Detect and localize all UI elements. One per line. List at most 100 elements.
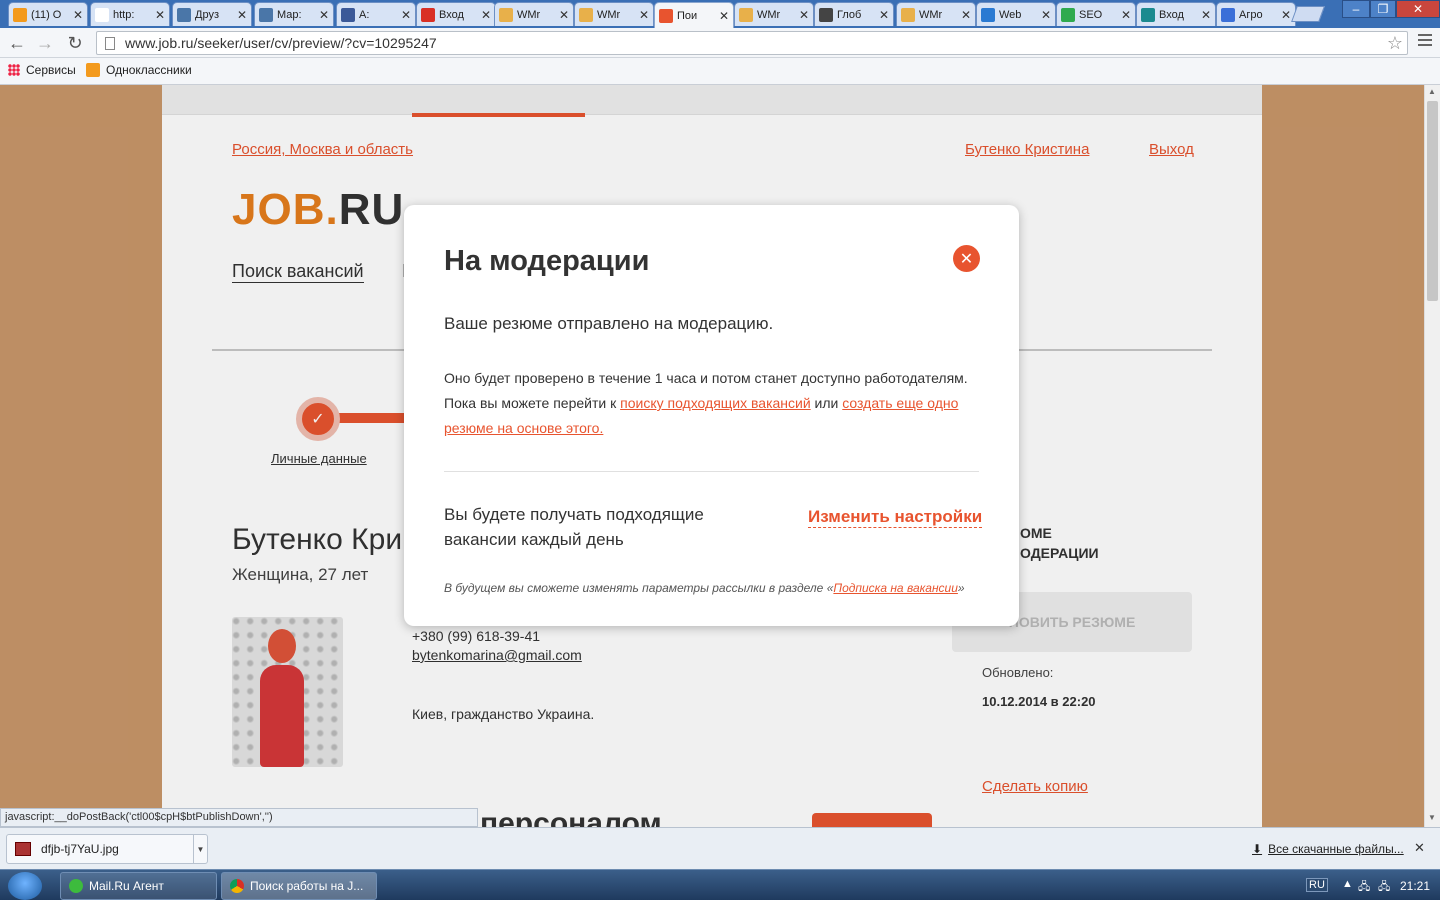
- tab-title: Друз: [195, 8, 219, 21]
- browser-tab[interactable]: Вход ✕: [1136, 2, 1216, 26]
- close-tab-icon[interactable]: ✕: [799, 8, 809, 22]
- minimize-button[interactable]: –: [1342, 0, 1370, 18]
- scroll-down-icon[interactable]: ▼: [1428, 813, 1436, 822]
- browser-tab[interactable]: Друз ✕: [172, 2, 252, 26]
- close-tab-icon[interactable]: ✕: [1041, 8, 1051, 22]
- close-tab-icon[interactable]: ✕: [1281, 8, 1291, 22]
- play-icon: [341, 7, 355, 22]
- browser-tab[interactable]: Вход ✕: [416, 2, 496, 26]
- tab-title: WMr: [919, 8, 943, 21]
- close-tab-icon[interactable]: ✕: [237, 8, 247, 22]
- close-tab-icon[interactable]: ✕: [879, 8, 889, 22]
- browser-tab[interactable]: (11) О ✕: [8, 2, 88, 26]
- menu-icon[interactable]: [1418, 34, 1432, 49]
- browser-tab[interactable]: WMr ✕: [574, 2, 654, 26]
- close-tab-icon[interactable]: ✕: [719, 9, 729, 23]
- close-icon[interactable]: ✕: [953, 245, 980, 272]
- browser-tab[interactable]: Пои ✕: [654, 2, 734, 28]
- close-tab-icon[interactable]: ✕: [481, 8, 491, 22]
- tab-title: Пои: [677, 9, 698, 22]
- volume-icon[interactable]: 🖧: [1378, 878, 1390, 897]
- scrollbar-thumb[interactable]: [1427, 101, 1438, 301]
- tab-title: WMr: [597, 8, 621, 21]
- close-window-button[interactable]: ✕: [1396, 0, 1440, 18]
- g8-icon: [1221, 7, 1235, 22]
- bookmark-apps[interactable]: Сервисы: [8, 63, 76, 77]
- tab-title: (11) О: [31, 8, 62, 21]
- moderation-modal: На модерации ✕ Ваше резюме отправлено на…: [404, 205, 1019, 626]
- forward-icon[interactable]: →: [34, 32, 56, 54]
- ok-icon: [13, 7, 27, 22]
- browser-tab[interactable]: Агро ✕: [1216, 2, 1296, 26]
- subscription-link[interactable]: Подписка на вакансии: [833, 581, 958, 595]
- browser-toolbar: ← → ↻ www.job.ru/seeker/user/cv/preview/…: [0, 28, 1440, 58]
- tray-arrow-icon[interactable]: ▲: [1342, 878, 1353, 890]
- download-arrow-icon: ⬇: [1252, 842, 1263, 856]
- modal-title: На модерации: [444, 245, 650, 277]
- wm-icon: [499, 7, 513, 22]
- browser-tab-strip: (11) О ✕ http: ✕ Друз ✕ Мар: ✕ А: ✕ Вход ✕ WMr ✕ WMr ✕ П…: [0, 0, 1440, 28]
- browser-tab[interactable]: WMr ✕: [896, 2, 976, 26]
- close-tab-icon[interactable]: ✕: [1121, 8, 1131, 22]
- mail-icon: [86, 63, 100, 77]
- language-indicator[interactable]: RU: [1306, 878, 1328, 892]
- browser-tab[interactable]: SEO ✕: [1056, 2, 1136, 26]
- status-url-bubble: javascript:__doPostBack('ctl00$cpH$btPub…: [0, 808, 478, 827]
- tab-title: WMr: [517, 8, 541, 21]
- close-shelf-icon[interactable]: ✕: [1414, 840, 1425, 856]
- maximize-button[interactable]: ❐: [1370, 0, 1396, 18]
- search-vacancies-link[interactable]: поиску подходящих вакансий: [620, 395, 811, 411]
- apps-grid-icon: [8, 64, 20, 76]
- star-icon[interactable]: ☆: [1387, 33, 1403, 54]
- download-item[interactable]: dfjb-tj7YaU.jpg ▼: [6, 834, 208, 864]
- page-scrollbar[interactable]: ▲ ▼: [1424, 85, 1440, 827]
- tab-title: Агро: [1239, 8, 1263, 21]
- back-icon[interactable]: ←: [6, 32, 28, 54]
- close-tab-icon[interactable]: ✕: [961, 8, 971, 22]
- reload-icon[interactable]: ↻: [64, 32, 86, 54]
- scroll-up-icon[interactable]: ▲: [1428, 87, 1436, 96]
- page-icon: [105, 36, 115, 50]
- tab-title: SEO: [1079, 8, 1103, 21]
- all-downloads-link[interactable]: ⬇ Все скачанные файлы...: [1252, 842, 1404, 856]
- browser-tab[interactable]: WMr ✕: [494, 2, 574, 26]
- wm-icon: [901, 7, 915, 22]
- close-tab-icon[interactable]: ✕: [559, 8, 569, 22]
- task-mailru-agent[interactable]: Mail.Ru Агент: [60, 872, 217, 900]
- close-tab-icon[interactable]: ✕: [401, 8, 411, 22]
- bookmark-odnoklassniki[interactable]: Одноклассники: [86, 63, 192, 77]
- seo-icon: [1061, 7, 1075, 22]
- tab-title: Глоб: [837, 8, 862, 21]
- close-tab-icon[interactable]: ✕: [1201, 8, 1211, 22]
- new-tab-button[interactable]: [1291, 6, 1325, 22]
- vk-icon: [177, 7, 191, 22]
- address-bar[interactable]: www.job.ru/seeker/user/cv/preview/?cv=10…: [96, 31, 1408, 55]
- gmail-icon: [421, 7, 435, 22]
- browser-tab[interactable]: Web ✕: [976, 2, 1056, 26]
- network-icon[interactable]: 🖧: [1358, 878, 1370, 897]
- chevron-down-icon[interactable]: ▼: [193, 835, 207, 863]
- browser-tab[interactable]: WMr ✕: [734, 2, 814, 26]
- modal-subscription-text: Вы будете получать подходящие вакансии к…: [444, 505, 704, 549]
- close-tab-icon[interactable]: ✕: [639, 8, 649, 22]
- browser-tab[interactable]: Мар: ✕: [254, 2, 334, 26]
- close-tab-icon[interactable]: ✕: [155, 8, 165, 22]
- bookmark-label: Сервисы: [26, 63, 76, 77]
- page-icon: [95, 7, 109, 22]
- start-button[interactable]: [8, 872, 42, 900]
- vk-icon: [259, 7, 273, 22]
- modal-body: Оно будет проверено в течение 1 часа и п…: [444, 370, 968, 436]
- close-tab-icon[interactable]: ✕: [73, 8, 83, 22]
- modal-divider: [444, 471, 979, 472]
- browser-tab[interactable]: Глоб ✕: [814, 2, 894, 26]
- jobru-icon: [659, 8, 673, 23]
- close-tab-icon[interactable]: ✕: [319, 8, 329, 22]
- browser-tab[interactable]: http: ✕: [90, 2, 170, 26]
- browser-tab[interactable]: А: ✕: [336, 2, 416, 26]
- wm-icon: [739, 7, 753, 22]
- modal-lead: Ваше резюме отправлено на модерацию.: [444, 314, 774, 333]
- clock[interactable]: 21:21: [1400, 879, 1430, 893]
- change-settings-link[interactable]: Изменить настройки: [808, 507, 983, 528]
- task-chrome-jobru[interactable]: Поиск работы на J...: [221, 872, 377, 900]
- tab-title: Вход: [439, 8, 464, 21]
